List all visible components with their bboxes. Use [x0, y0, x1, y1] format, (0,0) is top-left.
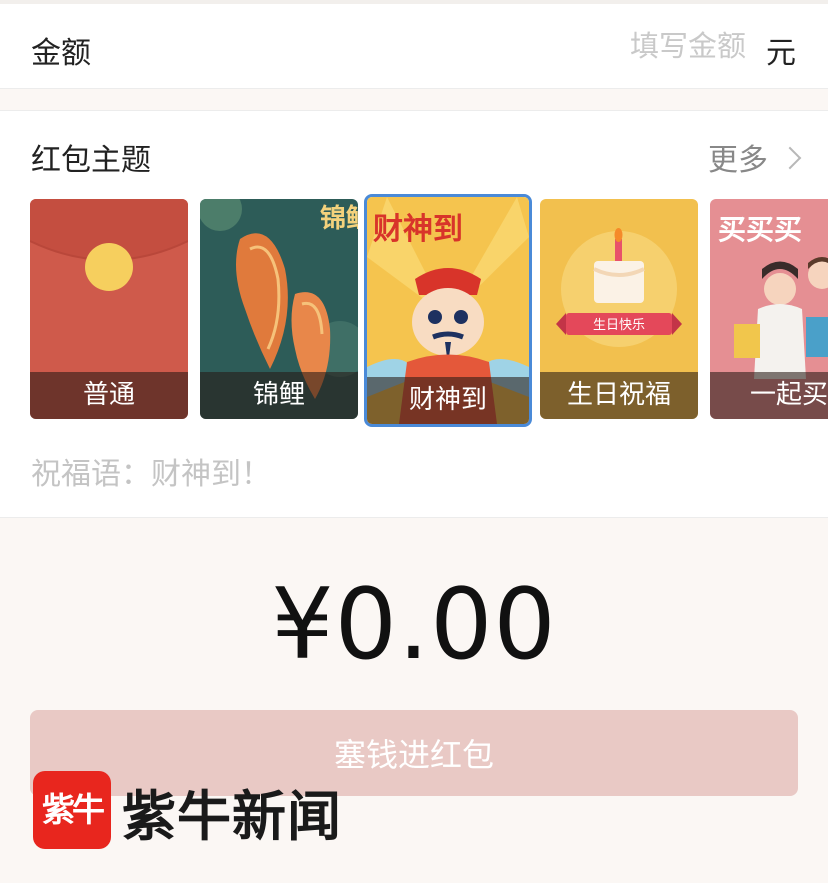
blessing-input[interactable] [31, 451, 791, 497]
watermark-logo-text: 紫牛 [42, 790, 105, 829]
art-text: 买买买 [718, 213, 802, 246]
watermark-logo: 紫牛 [33, 771, 111, 849]
tile-label: 锦鲤 [200, 372, 358, 419]
amount-unit: 元 [766, 36, 796, 71]
theme-tile-birthday[interactable]: 生日快乐 生日祝福 [540, 199, 698, 419]
more-label: 更多 [708, 143, 768, 178]
total-amount: ¥0.00 [271, 568, 557, 682]
tile-label: 财神到 [367, 377, 529, 424]
candle-icon [615, 239, 622, 261]
art-text: 生日快乐 [593, 318, 645, 333]
more-themes-link[interactable]: 更多 [708, 135, 802, 179]
tile-label: 一起买 [710, 372, 828, 419]
amount-row: 金额 元 [0, 4, 828, 89]
theme-section: 红包主题 更多 普通 锦鲤 锦鲤 [0, 110, 828, 432]
art-text: 锦鲤 [320, 203, 358, 234]
watermark-text: 紫牛新闻 [122, 784, 342, 848]
theme-tile-shopping[interactable]: 买买买 一起买 [710, 199, 828, 419]
art-text: 财神到 [373, 212, 463, 247]
chevron-right-icon [778, 146, 802, 170]
coin-icon [85, 243, 133, 291]
theme-title: 红包主题 [31, 143, 151, 178]
tile-label: 生日祝福 [540, 372, 698, 419]
tile-label: 普通 [30, 372, 188, 419]
amount-input[interactable] [480, 26, 746, 66]
amount-label: 金额 [31, 36, 91, 71]
theme-tile-normal[interactable]: 普通 [30, 199, 188, 419]
theme-tile-koi[interactable]: 锦鲤 锦鲤 [200, 199, 358, 419]
blessing-row [0, 431, 828, 518]
theme-tile-caishen[interactable]: 财神到 财神到 [364, 194, 532, 427]
